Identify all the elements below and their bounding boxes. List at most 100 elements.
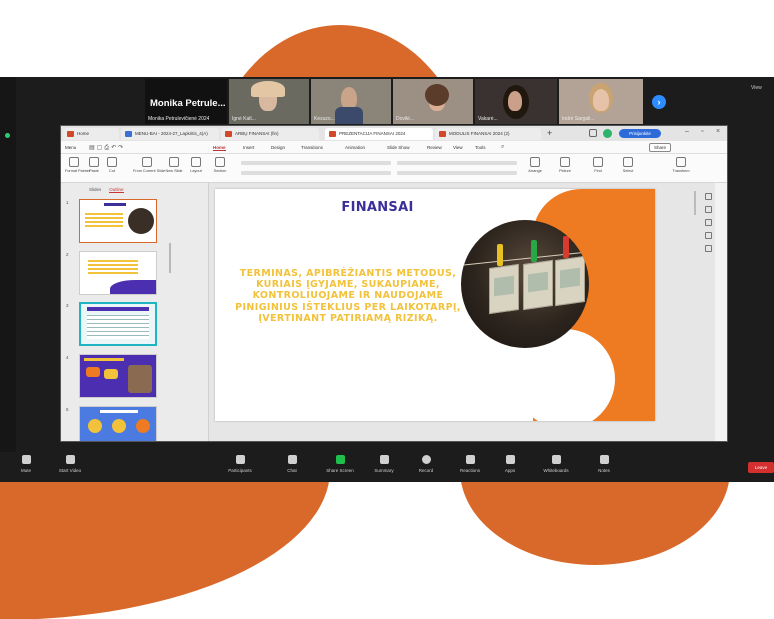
- doc-tab[interactable]: MODULIS FINANSAI 2024 (2): [435, 128, 541, 140]
- doc-tab[interactable]: Home: [63, 128, 119, 140]
- settings-icon[interactable]: [704, 245, 712, 252]
- participant-tile[interactable]: Kesuzo...: [311, 79, 391, 124]
- doc-tab-label: PREZENTACIJA FINANSAI 2024: [339, 131, 406, 136]
- find-button[interactable]: Find: [587, 157, 609, 173]
- menu-item-slide-show[interactable]: Slide Show: [387, 145, 410, 150]
- animation-icon[interactable]: [704, 219, 712, 226]
- login-button[interactable]: Prisijunkite: [619, 129, 661, 138]
- maximize-icon[interactable]: ▫: [701, 128, 703, 135]
- menu-item-insert[interactable]: Insert: [243, 145, 254, 150]
- next-participants-arrow-icon[interactable]: ›: [652, 95, 666, 109]
- menu-item-menu[interactable]: Menu: [65, 145, 76, 150]
- menu-item-home[interactable]: Home: [213, 145, 226, 151]
- transition-icon[interactable]: [704, 232, 712, 239]
- slide-thumbnail-selected[interactable]: [79, 302, 157, 346]
- money-clothesline-photo: [461, 220, 589, 348]
- chat-button[interactable]: Chat: [270, 455, 314, 473]
- new-tab-plus-icon[interactable]: +: [547, 128, 552, 138]
- participant-tile[interactable]: Vakarė...: [475, 79, 557, 124]
- thumbnail-scrollbar[interactable]: [169, 243, 171, 273]
- select-icon: [623, 157, 633, 167]
- search-icon[interactable]: ⌕: [501, 144, 504, 151]
- thumb-title: [100, 410, 138, 413]
- thumbnail-number: 2: [66, 252, 69, 257]
- thumbnail-number: 3: [66, 303, 69, 308]
- select-button[interactable]: Select: [617, 157, 639, 173]
- participant-tile[interactable]: Ignė Kalt...: [229, 79, 309, 124]
- property-icon[interactable]: [704, 193, 712, 200]
- mute-button[interactable]: Mute: [4, 455, 48, 473]
- transform-button[interactable]: Transform: [667, 157, 695, 173]
- control-label: Start Video: [58, 468, 82, 473]
- reactions-button[interactable]: Reactions: [448, 455, 492, 473]
- cut-button[interactable]: Cut: [103, 157, 121, 173]
- share-screen-button[interactable]: Share Screen: [318, 455, 362, 473]
- font-controls[interactable]: [241, 161, 391, 165]
- picture-icon: [560, 157, 570, 167]
- participant-tile-presenter[interactable]: Monika Petrule... Monika Petrulevičienė …: [145, 79, 227, 124]
- thumb-circle: [112, 419, 126, 433]
- tab-outline[interactable]: Outline: [109, 187, 124, 193]
- microphone-icon: [21, 455, 31, 464]
- shape-icon[interactable]: [704, 206, 712, 213]
- menu-item-view[interactable]: View: [453, 145, 463, 150]
- thumb-circle: [88, 419, 102, 433]
- notes-button[interactable]: Notes: [582, 455, 626, 473]
- picture-button[interactable]: Picture: [553, 157, 577, 173]
- slide-thumbnail[interactable]: [79, 406, 157, 441]
- doc-tab-label: MENU-BAI - 2024-27_Lapkritis_4(A): [135, 131, 208, 136]
- slide-thumbnail[interactable]: [79, 199, 157, 243]
- paragraph-controls[interactable]: [397, 161, 517, 165]
- slide-thumbnail[interactable]: [79, 251, 157, 295]
- record-button[interactable]: Record: [404, 455, 448, 473]
- format-painter-button[interactable]: Format Painter: [65, 157, 91, 173]
- thumb-title: [87, 307, 149, 311]
- new-slide-button[interactable]: New Slide: [165, 157, 183, 173]
- ribbon-label: Format Painter: [65, 169, 91, 173]
- paste-button[interactable]: Paste: [85, 157, 103, 173]
- thumb-box: [104, 369, 118, 379]
- document-tab-bar: Home MENU-BAI - 2024-27_Lapkritis_4(A) A…: [61, 126, 727, 141]
- thumbnail-tabs: Slides Outline: [89, 187, 124, 193]
- leave-button[interactable]: Leave: [748, 462, 774, 473]
- menu-item-transitions[interactable]: Transitions: [301, 145, 323, 150]
- doc-tab[interactable]: MENU-BAI - 2024-27_Lapkritis_4(A): [121, 128, 219, 140]
- from-current-slide-button[interactable]: From Current Slide: [133, 157, 166, 173]
- participants-button[interactable]: Participants: [218, 455, 262, 473]
- menu-item-review[interactable]: Review: [427, 145, 442, 150]
- participant-tile[interactable]: Indrė Sargali...: [559, 79, 643, 124]
- tab-slides[interactable]: Slides: [89, 187, 101, 192]
- participant-tile[interactable]: Dovilė...: [393, 79, 473, 124]
- window-layout-icon[interactable]: [589, 129, 597, 137]
- quick-access-icons[interactable]: ▤▢⎙↶↷: [89, 144, 125, 152]
- apps-button[interactable]: Apps: [488, 455, 532, 473]
- control-label: Chat: [287, 468, 297, 473]
- view-menu[interactable]: View: [751, 85, 762, 91]
- doc-tab-label: ARBŲ FINANSAI (fin): [235, 131, 279, 136]
- arrange-button[interactable]: Arrange: [523, 157, 547, 173]
- doc-tab-active[interactable]: PREZENTACIJA FINANSAI 2024: [325, 128, 433, 140]
- ribbon-label: Section: [213, 169, 227, 173]
- menu-item-design[interactable]: Design: [271, 145, 285, 150]
- side-toolbar: [702, 193, 714, 258]
- account-avatar-icon[interactable]: [603, 129, 612, 138]
- current-slide[interactable]: FINANSAI TERMINAS, APIBRĖŽIANTIS METODUS…: [215, 189, 655, 421]
- canvas-scrollbar[interactable]: [694, 191, 696, 215]
- summary-button[interactable]: Summary: [362, 455, 406, 473]
- share-button[interactable]: Share: [649, 143, 671, 152]
- slide-canvas: FINANSAI TERMINAS, APIBRĖŽIANTIS METODUS…: [209, 183, 715, 441]
- menu-item-animation[interactable]: Animation: [345, 145, 365, 150]
- alignment-controls[interactable]: [397, 171, 517, 175]
- menu-item-tools[interactable]: Tools: [475, 145, 486, 150]
- ribbon-label: From Current Slide: [133, 169, 166, 173]
- font-format-controls[interactable]: [241, 171, 391, 175]
- slide-thumbnail[interactable]: [79, 354, 157, 398]
- layout-button[interactable]: Layout: [187, 157, 205, 173]
- ribbon-label: Transform: [672, 169, 690, 173]
- doc-tab[interactable]: ARBŲ FINANSAI (fin): [221, 128, 319, 140]
- section-button[interactable]: Section: [211, 157, 229, 173]
- whiteboards-button[interactable]: Whiteboards: [534, 455, 578, 473]
- close-icon[interactable]: ×: [716, 128, 720, 135]
- minimize-icon[interactable]: –: [685, 128, 689, 135]
- start-video-button[interactable]: Start Video: [48, 455, 92, 473]
